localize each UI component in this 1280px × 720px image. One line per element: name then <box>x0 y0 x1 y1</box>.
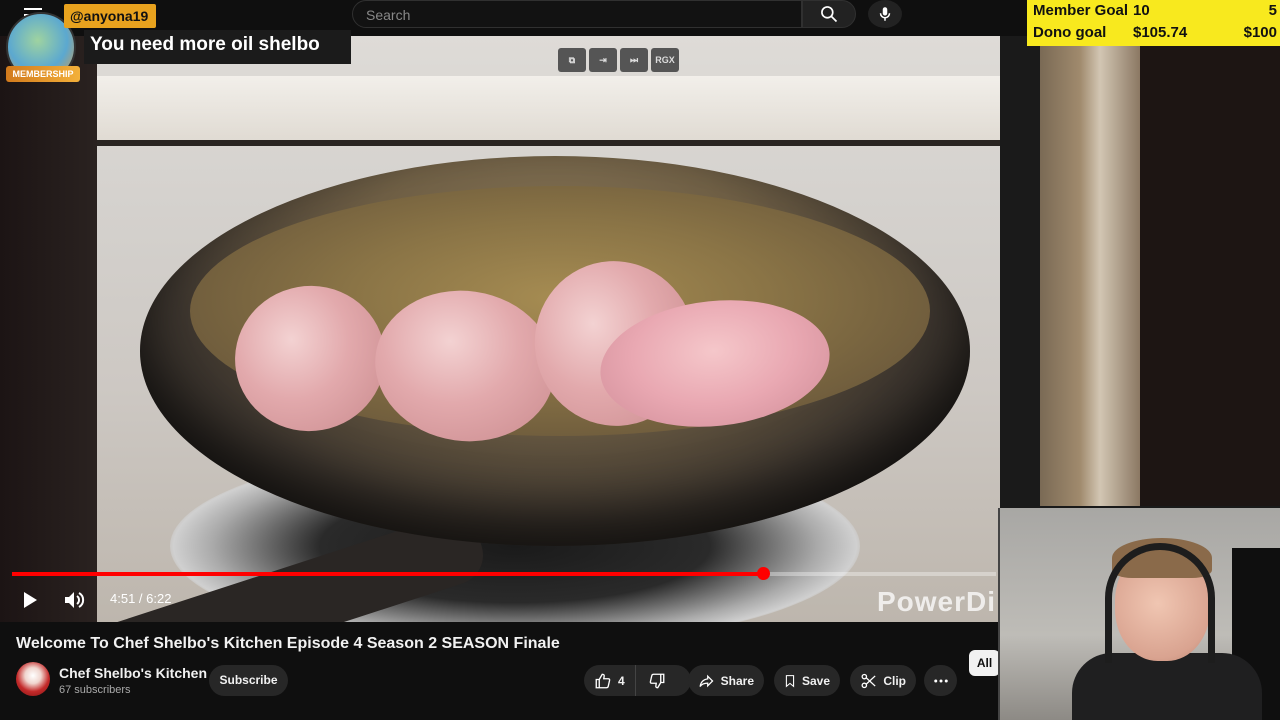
progress-scrubber[interactable] <box>756 567 770 580</box>
chat-message: You need more oil shelbo <box>84 30 351 64</box>
thumbs-down-icon <box>649 673 665 688</box>
dislike-button[interactable] <box>636 672 678 690</box>
save-button[interactable]: Save <box>774 665 840 696</box>
membership-badge: MEMBERSHIP <box>6 66 80 82</box>
volume-icon <box>65 592 85 608</box>
exit-icon[interactable]: ⇥ <box>589 48 617 72</box>
bookmark-icon <box>785 674 795 688</box>
extension-controls: ⧉ ⇥ ⏭ RGX <box>558 48 679 72</box>
share-button[interactable]: Share <box>688 665 764 696</box>
skip-icon[interactable]: ⏭ <box>620 48 648 72</box>
popout-icon[interactable]: ⧉ <box>558 48 586 72</box>
member-goal-value: 10 <box>1133 2 1150 19</box>
channel-name[interactable]: Chef Shelbo's Kitchen <box>59 665 207 681</box>
voice-search-button[interactable] <box>868 0 902 28</box>
time-display: 4:51 / 6:22 <box>110 591 172 606</box>
more-actions-button[interactable] <box>924 665 957 696</box>
share-icon <box>699 674 714 687</box>
streamer-webcam <box>998 508 1280 720</box>
save-label: Save <box>801 673 830 688</box>
video-player[interactable]: PowerDi <box>0 36 1000 622</box>
dono-goal-label: Dono goal <box>1033 24 1107 41</box>
channel-avatar[interactable] <box>16 662 50 696</box>
video-watermark: PowerDi <box>877 586 997 617</box>
like-button[interactable]: 4 <box>584 665 636 696</box>
subscriber-count: 67 subscribers <box>59 684 131 696</box>
more-horizontal-icon <box>933 679 948 682</box>
video-title: Welcome To Chef Shelbo's Kitchen Episode… <box>16 635 560 652</box>
play-button[interactable] <box>18 588 42 612</box>
microphone-icon <box>879 7 891 21</box>
share-label: Share <box>720 673 754 688</box>
goal-panel: Member Goal 10 5 Dono goal $105.74 $100 <box>1027 0 1280 46</box>
search-button[interactable] <box>802 0 856 28</box>
volume-button[interactable] <box>62 588 86 612</box>
dono-goal-target: $100 <box>1243 24 1277 41</box>
like-dislike-group: 4 <box>584 665 691 696</box>
stream-screen: PowerDi Search MEMBERSHIP @anyona19 You … <box>0 0 1280 720</box>
thumbs-up-icon <box>595 673 611 688</box>
search-icon <box>821 6 838 23</box>
scissors-icon <box>861 673 876 688</box>
like-count: 4 <box>618 673 625 688</box>
subscribe-button[interactable]: Subscribe <box>209 665 288 696</box>
rgx-button[interactable]: RGX <box>651 48 679 72</box>
filter-chip-all[interactable]: All <box>969 650 1000 676</box>
search-input[interactable]: Search <box>352 0 802 28</box>
member-goal-target: 5 <box>1268 2 1277 19</box>
progress-bar[interactable] <box>12 567 996 580</box>
progress-fill <box>12 572 763 576</box>
play-icon <box>24 592 37 608</box>
member-goal-label: Member Goal <box>1033 2 1129 19</box>
clip-label: Clip <box>883 673 906 688</box>
chat-username: @anyona19 <box>64 4 157 28</box>
clip-button[interactable]: Clip <box>850 665 916 696</box>
dono-goal-value: $105.74 <box>1133 24 1188 41</box>
headset <box>1105 543 1215 663</box>
